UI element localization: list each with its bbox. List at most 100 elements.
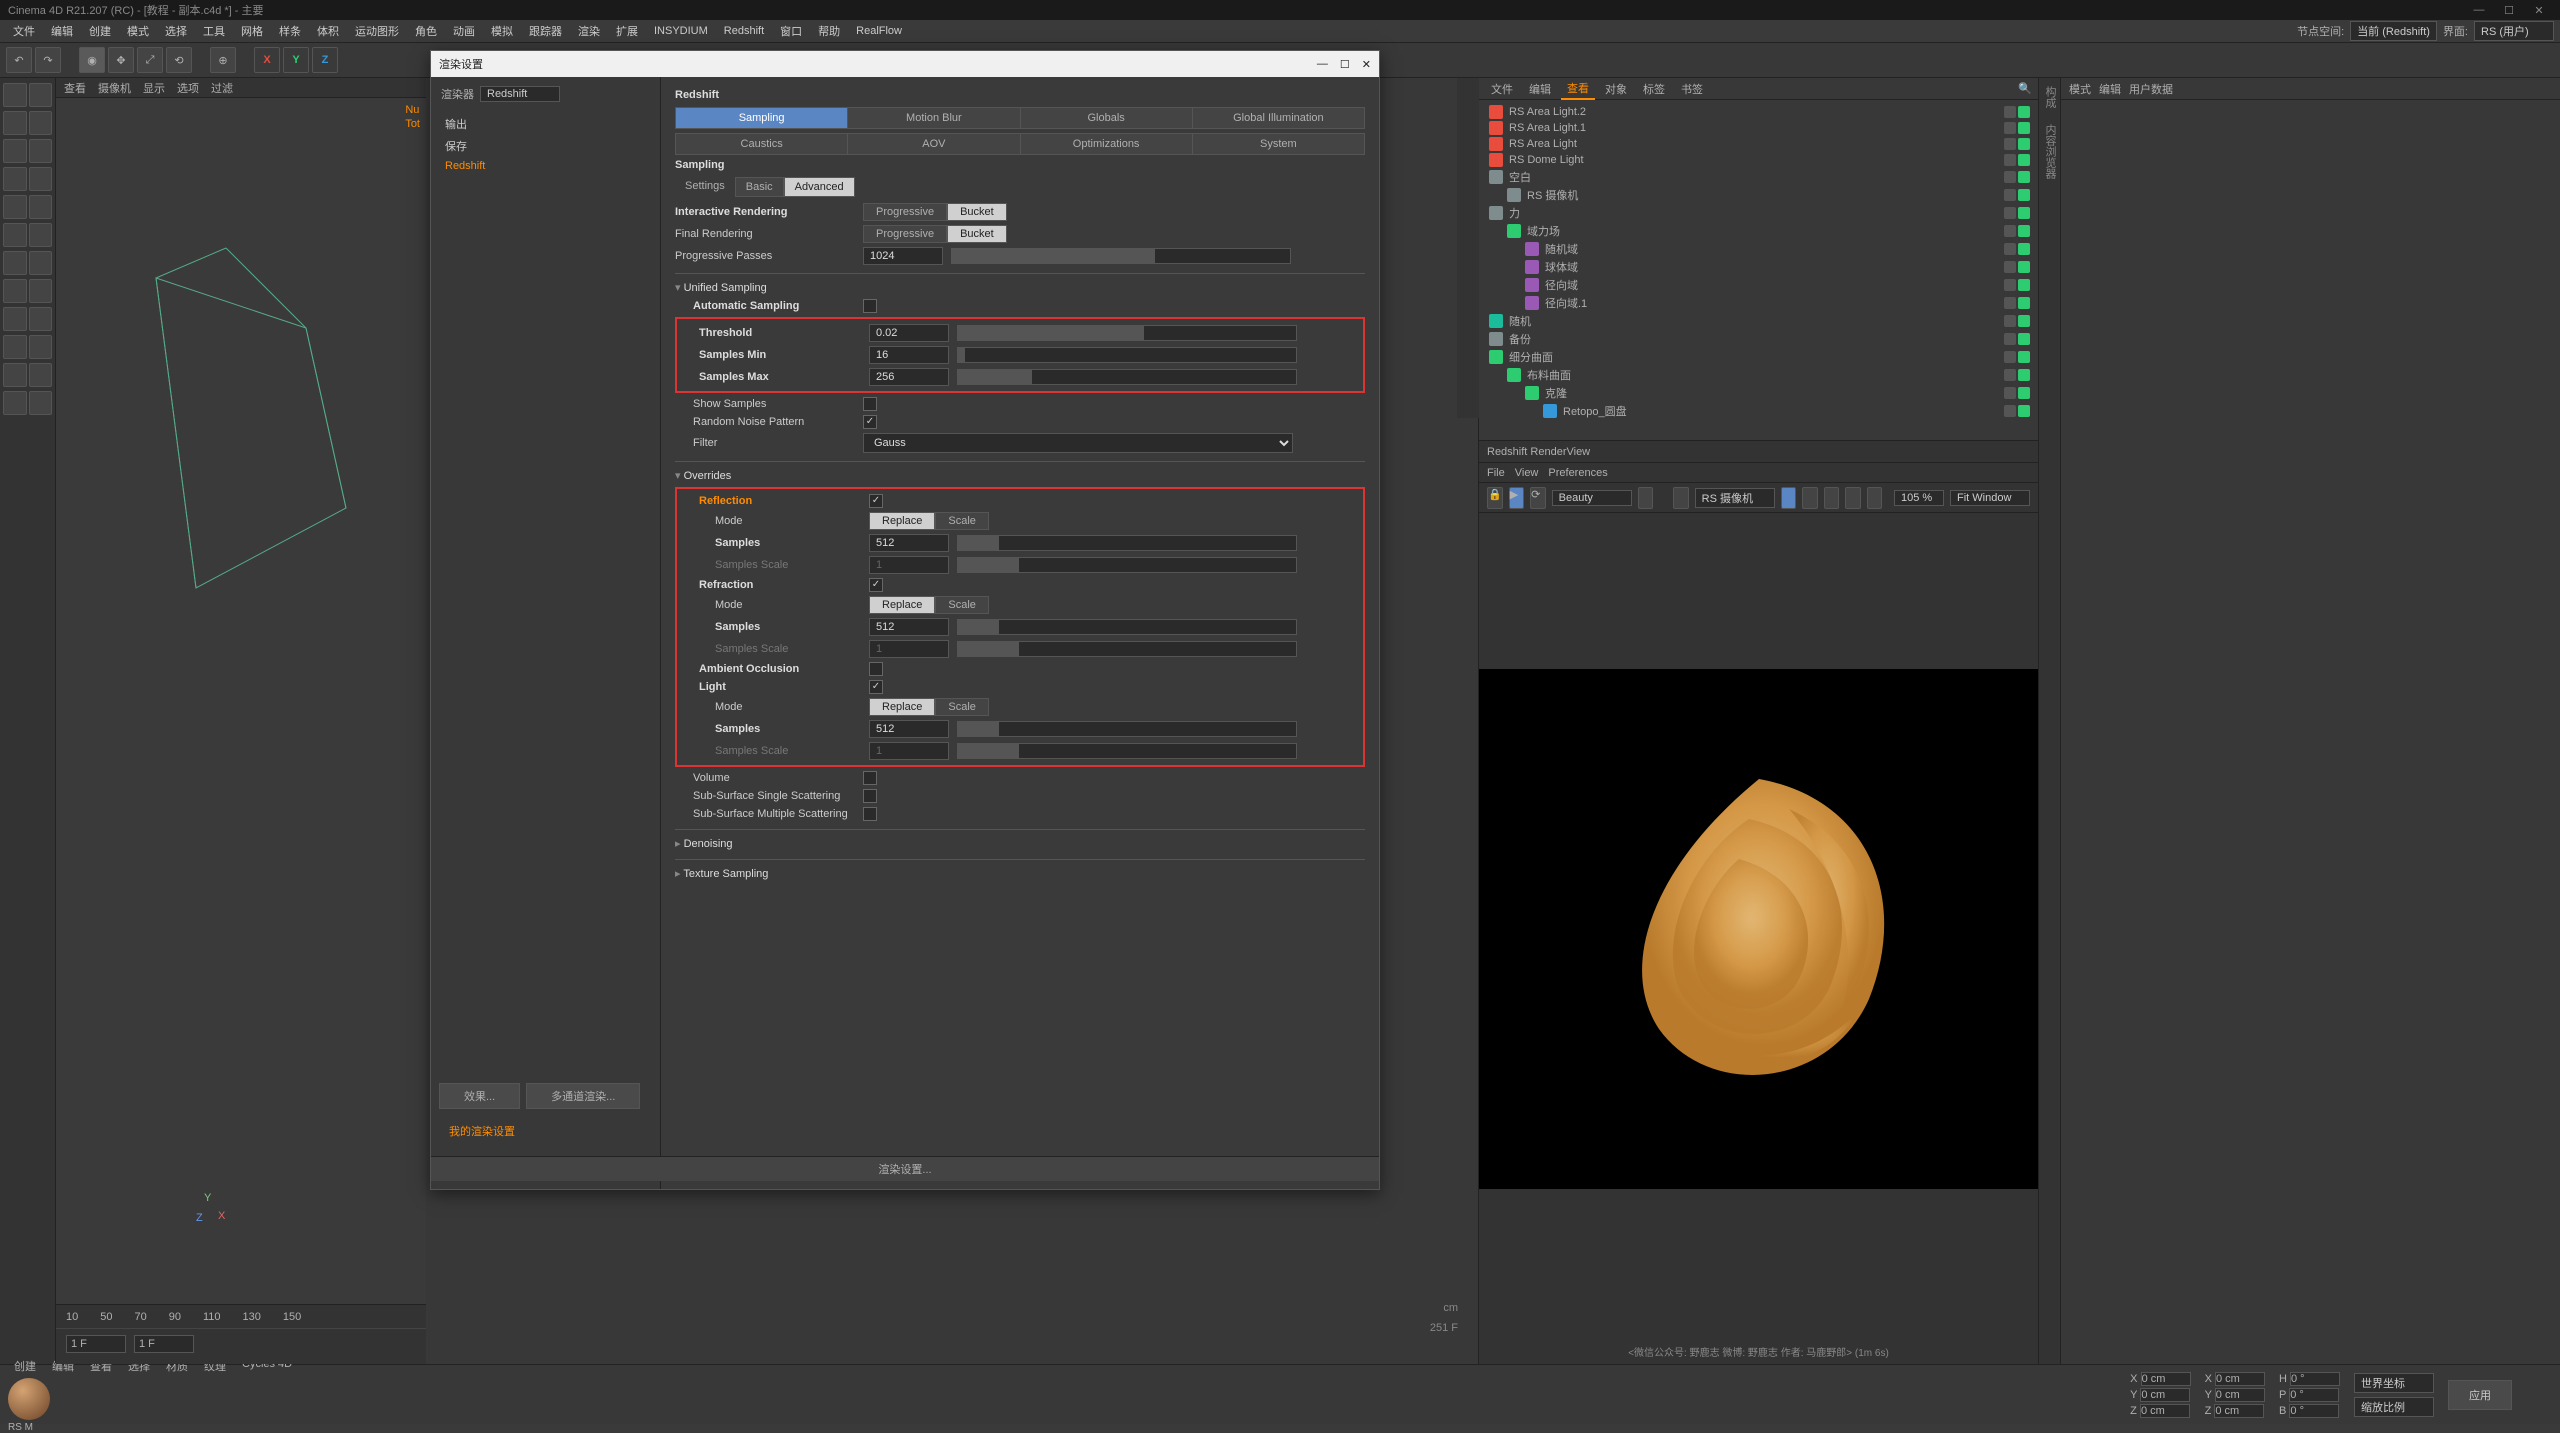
tag-icon[interactable] (2018, 189, 2030, 201)
axis-z-toggle[interactable]: Z (312, 47, 338, 73)
tag-icon[interactable] (2018, 243, 2030, 255)
tag-icon[interactable] (2018, 138, 2030, 150)
reflection-check[interactable] (869, 494, 883, 508)
tag-icon[interactable] (2018, 225, 2030, 237)
tree-redshift[interactable]: Redshift (437, 157, 654, 175)
sss1-check[interactable] (863, 789, 877, 803)
palette-tool[interactable] (29, 279, 53, 303)
objmgr-objects[interactable]: 对象 (1599, 79, 1633, 99)
ir-progressive[interactable]: Progressive (863, 203, 947, 221)
menu-tracker[interactable]: 跟踪器 (522, 21, 569, 41)
coord-x[interactable] (2141, 1372, 2191, 1386)
tag-icon[interactable] (2004, 243, 2016, 255)
pp-field[interactable] (863, 247, 943, 265)
ir-bucket[interactable]: Bucket (947, 203, 1007, 221)
denoising-header[interactable]: Denoising (675, 834, 1365, 853)
minimize-button[interactable]: — (2466, 2, 2492, 18)
side-tab-1[interactable]: 构成 (2039, 78, 2061, 116)
tab-aov[interactable]: AOV (848, 133, 1020, 155)
coord-y[interactable] (2140, 1388, 2190, 1402)
tree-output[interactable]: 输出 (437, 113, 654, 135)
object-row[interactable]: 径向域.1 (1483, 294, 2034, 312)
menu-redshift[interactable]: Redshift (717, 23, 771, 39)
timeline[interactable]: 10 50 70 90 110 130 150 (56, 1304, 426, 1364)
rview-aov-select[interactable]: Beauty (1552, 490, 1632, 506)
object-tree[interactable]: RS Area Light.2RS Area Light.1RS Area Li… (1479, 100, 2038, 440)
tab-motion-blur[interactable]: Motion Blur (848, 107, 1020, 129)
rotate-tool[interactable]: ⟲ (166, 47, 192, 73)
size-y[interactable] (2215, 1388, 2265, 1402)
menu-mode[interactable]: 模式 (120, 21, 156, 41)
menu-file[interactable]: 文件 (6, 21, 42, 41)
menu-simulate[interactable]: 模拟 (484, 21, 520, 41)
light-samples-field[interactable] (869, 720, 949, 738)
scale-tool[interactable]: ⤢ (137, 47, 163, 73)
tag-icon[interactable] (2018, 122, 2030, 134)
palette-tool[interactable] (29, 195, 53, 219)
refl-replace[interactable]: Replace (869, 512, 935, 530)
refr-samples-slider[interactable] (957, 619, 1297, 635)
palette-tool[interactable] (29, 251, 53, 275)
tag-icon[interactable] (2004, 279, 2016, 291)
light-check[interactable] (869, 680, 883, 694)
rview-btn[interactable] (1845, 487, 1860, 509)
menu-tools[interactable]: 工具 (196, 21, 232, 41)
menu-help[interactable]: 帮助 (811, 21, 847, 41)
object-row[interactable]: RS Area Light (1483, 136, 2034, 152)
attr-mode[interactable]: 模式 (2069, 81, 2091, 97)
menu-create[interactable]: 创建 (82, 21, 118, 41)
apply-button[interactable]: 应用 (2448, 1380, 2512, 1410)
menu-character[interactable]: 角色 (408, 21, 444, 41)
refr-sscale-field[interactable] (869, 640, 949, 658)
rview-menu-prefs[interactable]: Preferences (1548, 467, 1607, 479)
dialog-close-icon[interactable]: ✕ (1362, 58, 1371, 71)
rview-btn[interactable] (1638, 487, 1653, 509)
basic-tab[interactable]: Basic (735, 177, 784, 197)
maximize-button[interactable]: ☐ (2496, 2, 2522, 18)
tag-icon[interactable] (2018, 387, 2030, 399)
rview-camera-select[interactable]: RS 摄像机 (1695, 488, 1775, 508)
tag-icon[interactable] (2004, 171, 2016, 183)
tab-caustics[interactable]: Caustics (675, 133, 848, 155)
light-replace[interactable]: Replace (869, 698, 935, 716)
menu-animate[interactable]: 动画 (446, 21, 482, 41)
samples-max-field[interactable] (869, 368, 949, 386)
tag-icon[interactable] (2018, 405, 2030, 417)
tag-icon[interactable] (2004, 333, 2016, 345)
attr-userdata[interactable]: 用户数据 (2129, 81, 2173, 97)
rview-canvas[interactable] (1479, 513, 2038, 1344)
tag-icon[interactable] (2004, 351, 2016, 363)
tag-icon[interactable] (2004, 138, 2016, 150)
rview-menu-view[interactable]: View (1515, 467, 1539, 479)
object-row[interactable]: 备份 (1483, 330, 2034, 348)
axis-y-toggle[interactable]: Y (283, 47, 309, 73)
renderer-select[interactable]: Redshift (480, 86, 560, 102)
rview-lock-icon[interactable]: 🔒 (1487, 487, 1503, 509)
coord-z[interactable] (2140, 1404, 2190, 1418)
menu-volume[interactable]: 体积 (310, 21, 346, 41)
dialog-min-icon[interactable]: — (1317, 58, 1328, 71)
volume-check[interactable] (863, 771, 877, 785)
rview-menu-file[interactable]: File (1487, 467, 1505, 479)
tree-save[interactable]: 保存 (437, 135, 654, 157)
size-x[interactable] (2215, 1372, 2265, 1386)
objmgr-tags[interactable]: 标签 (1637, 79, 1671, 99)
refr-replace[interactable]: Replace (869, 596, 935, 614)
tag-icon[interactable] (2004, 207, 2016, 219)
menu-spline[interactable]: 样条 (272, 21, 308, 41)
tag-icon[interactable] (2018, 333, 2030, 345)
menu-window[interactable]: 窗口 (773, 21, 809, 41)
menu-extensions[interactable]: 扩展 (609, 21, 645, 41)
tag-icon[interactable] (2018, 261, 2030, 273)
palette-tool[interactable] (29, 363, 53, 387)
advanced-tab[interactable]: Advanced (784, 177, 855, 197)
object-row[interactable]: 径向域 (1483, 276, 2034, 294)
rview-render-button[interactable]: ▶ (1509, 487, 1524, 509)
auto-sampling-check[interactable] (863, 299, 877, 313)
dialog-max-icon[interactable]: ☐ (1340, 58, 1350, 71)
tag-icon[interactable] (2018, 279, 2030, 291)
tag-icon[interactable] (2018, 351, 2030, 363)
menu-select[interactable]: 选择 (158, 21, 194, 41)
vp-menu-display[interactable]: 显示 (143, 80, 165, 96)
tag-icon[interactable] (2004, 387, 2016, 399)
